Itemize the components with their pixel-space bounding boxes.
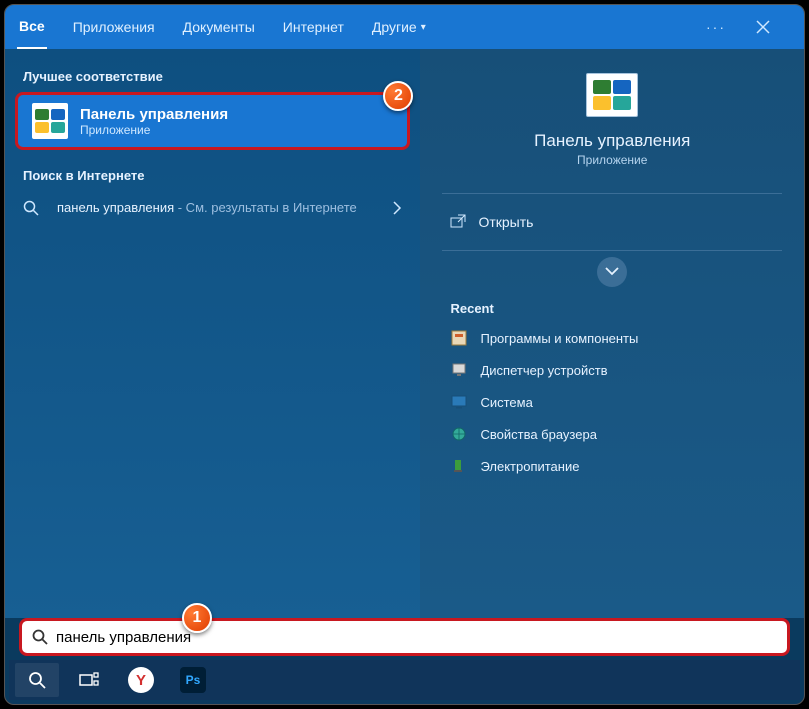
browser-props-icon: [450, 425, 468, 443]
preview-panel: Панель управления Приложение Открыть Rec…: [420, 49, 804, 618]
web-search-label: Поиск в Интернете: [5, 158, 420, 189]
nav-tab-more[interactable]: Другие▾: [370, 5, 428, 49]
open-action[interactable]: Открыть: [420, 202, 804, 242]
taskbar: Y Ps: [9, 660, 800, 700]
taskbar-yandex-button[interactable]: Y: [119, 663, 163, 697]
best-match-label: Лучшее соответствие: [5, 59, 420, 90]
best-match-result[interactable]: Панель управления Приложение 2: [15, 92, 410, 150]
taskbar-search-button[interactable]: [15, 663, 59, 697]
preview-title: Панель управления: [534, 131, 690, 151]
system-icon: [450, 393, 468, 411]
recent-label: Recent: [420, 297, 804, 322]
top-nav: Все Приложения Документы Интернет Другие…: [5, 5, 804, 49]
nav-tab-web[interactable]: Интернет: [281, 5, 346, 49]
nav-tab-all[interactable]: Все: [17, 5, 47, 49]
recent-item-devices[interactable]: Диспетчер устройств: [442, 354, 782, 386]
recent-item-system[interactable]: Система: [442, 386, 782, 418]
annotation-badge-1: 1: [182, 603, 212, 633]
open-icon: [450, 214, 466, 230]
preview-control-panel-icon: [586, 73, 638, 117]
expand-toggle[interactable]: [597, 257, 627, 287]
results-panel: Лучшее соответствие Панель управления Пр…: [5, 49, 420, 618]
control-panel-icon: [32, 103, 68, 139]
chevron-down-icon: ▾: [421, 22, 426, 33]
nav-tab-apps[interactable]: Приложения: [71, 5, 157, 49]
search-icon: [23, 200, 43, 216]
taskbar-taskview-button[interactable]: [67, 663, 111, 697]
search-box[interactable]: 1: [19, 618, 790, 656]
chevron-right-icon: [392, 201, 402, 215]
devices-icon: [450, 361, 468, 379]
recent-item-programs[interactable]: Программы и компоненты: [442, 322, 782, 354]
preview-subtitle: Приложение: [577, 153, 647, 167]
recent-item-power[interactable]: Электропитание: [442, 450, 782, 482]
annotation-badge-2: 2: [383, 81, 413, 111]
taskbar-photoshop-button[interactable]: Ps: [171, 663, 215, 697]
web-result-text: панель управления - См. результаты в Инт…: [57, 199, 378, 217]
nav-tab-docs[interactable]: Документы: [181, 5, 257, 49]
close-button[interactable]: [756, 20, 792, 34]
best-match-title: Панель управления: [80, 106, 228, 123]
more-options-button[interactable]: ···: [700, 19, 732, 35]
best-match-subtitle: Приложение: [80, 123, 228, 137]
power-icon: [450, 457, 468, 475]
recent-item-browser[interactable]: Свойства браузера: [442, 418, 782, 450]
web-search-result[interactable]: панель управления - См. результаты в Инт…: [5, 189, 420, 227]
search-icon: [32, 629, 48, 645]
programs-icon: [450, 329, 468, 347]
search-input[interactable]: [56, 629, 777, 646]
